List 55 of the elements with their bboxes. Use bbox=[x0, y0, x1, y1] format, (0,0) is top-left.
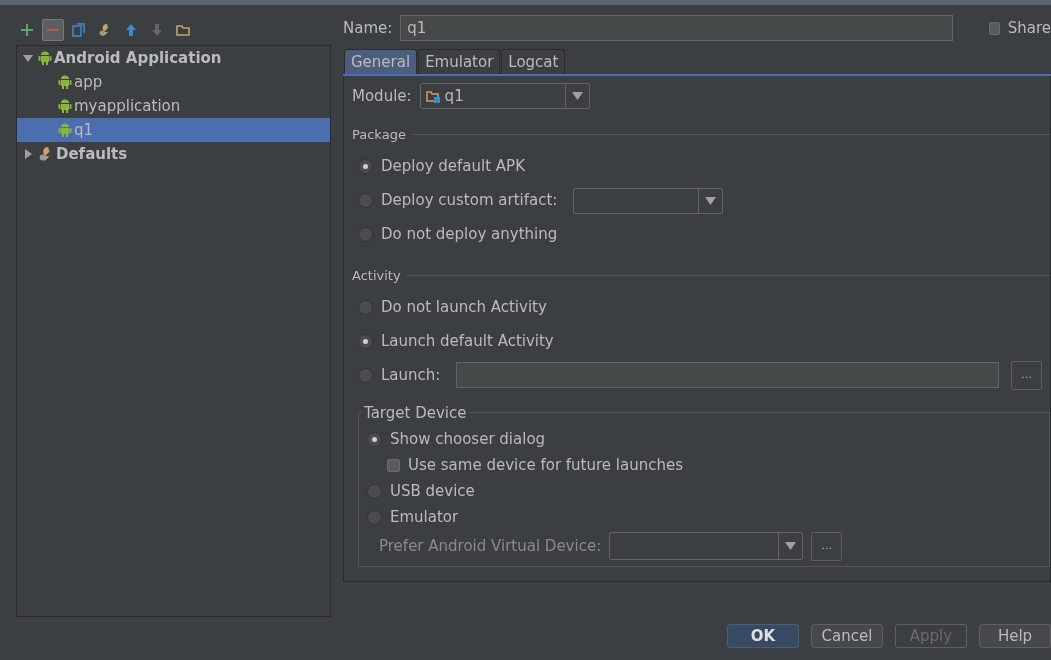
option-label[interactable]: Deploy default APK bbox=[381, 155, 525, 178]
radio-button[interactable] bbox=[367, 431, 382, 447]
radio-button[interactable] bbox=[358, 299, 373, 315]
android-icon bbox=[38, 50, 52, 66]
section-title: Activity bbox=[352, 266, 401, 285]
radio-button[interactable] bbox=[367, 509, 382, 525]
folder-icon bbox=[176, 23, 190, 37]
down-arrow-icon bbox=[150, 23, 164, 37]
dialog-button[interactable]: Cancel bbox=[811, 624, 883, 648]
add-icon bbox=[20, 23, 34, 37]
tab[interactable]: General bbox=[344, 49, 418, 74]
option-label[interactable]: USB device bbox=[390, 479, 475, 503]
android-icon bbox=[58, 74, 72, 90]
android-icon bbox=[58, 98, 72, 114]
dropdown-arrow-icon bbox=[571, 92, 583, 100]
launch-field[interactable] bbox=[456, 362, 999, 388]
option-label[interactable]: Do not launch Activity bbox=[381, 295, 547, 319]
option-label[interactable]: Launch: bbox=[381, 363, 441, 387]
up-arrow-icon bbox=[124, 23, 138, 37]
radio-button[interactable] bbox=[367, 483, 382, 499]
module-folder-icon bbox=[425, 89, 441, 103]
radio-button[interactable] bbox=[358, 367, 373, 383]
dropdown-arrow-icon bbox=[785, 542, 797, 550]
option-label[interactable]: Show chooser dialog bbox=[390, 427, 546, 451]
ok-button[interactable]: OK bbox=[727, 624, 799, 648]
tree-item[interactable]: app bbox=[17, 70, 330, 94]
browse-button[interactable]: … bbox=[1011, 360, 1042, 390]
option-label[interactable]: Emulator bbox=[390, 505, 459, 529]
device-dropdown[interactable] bbox=[609, 532, 804, 560]
tree-item[interactable]: Defaults bbox=[17, 142, 330, 166]
tree-item[interactable]: myapplication bbox=[17, 94, 330, 118]
radio-button[interactable] bbox=[358, 227, 373, 242]
module-label: Module: bbox=[352, 85, 412, 107]
dropdown-arrow-icon bbox=[705, 196, 717, 205]
option-label[interactable]: Use same device for future launches bbox=[408, 453, 684, 477]
module-dropdown[interactable]: q1 bbox=[419, 83, 590, 109]
radio-button[interactable] bbox=[358, 333, 373, 349]
section-title: Package bbox=[352, 126, 406, 144]
copy-icon bbox=[72, 23, 86, 37]
tab[interactable]: Logcat bbox=[501, 49, 566, 74]
radio-button[interactable] bbox=[358, 193, 373, 208]
share-checkbox[interactable]: Share bbox=[989, 16, 1051, 40]
name-field[interactable]: q1 bbox=[400, 15, 954, 41]
option-label[interactable]: Launch default Activity bbox=[381, 329, 554, 353]
field-label: Prefer Android Virtual Device: bbox=[379, 535, 602, 557]
name-label: Name: bbox=[343, 17, 393, 39]
artifact-dropdown[interactable] bbox=[573, 187, 724, 214]
option-label[interactable]: Do not deploy anything bbox=[381, 223, 558, 246]
tab[interactable]: Emulator bbox=[418, 49, 501, 74]
android-icon bbox=[58, 122, 72, 138]
tree-item[interactable]: Android Application bbox=[17, 46, 330, 70]
option-label[interactable]: Deploy custom artifact: bbox=[381, 189, 558, 212]
checkbox[interactable] bbox=[387, 458, 400, 472]
dialog-button[interactable]: Help bbox=[979, 624, 1051, 648]
radio-button[interactable] bbox=[358, 159, 373, 174]
